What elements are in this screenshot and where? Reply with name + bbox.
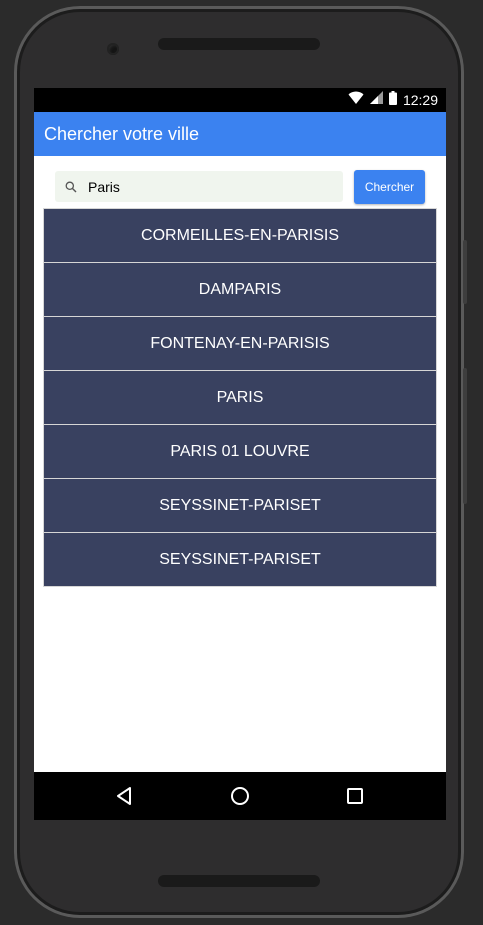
wifi-icon	[348, 91, 364, 110]
search-row: Chercher	[34, 156, 446, 208]
list-item[interactable]: PARIS 01 LOUVRE	[44, 425, 436, 479]
recents-icon[interactable]	[341, 782, 369, 810]
device-screen: 12:29 Chercher votre ville Chercher CORM…	[34, 88, 446, 820]
bottom-speaker	[158, 875, 320, 887]
search-icon	[59, 171, 83, 202]
results-list: CORMEILLES-EN-PARISIS DAMPARIS FONTENAY-…	[43, 208, 437, 587]
list-item[interactable]: FONTENAY-EN-PARISIS	[44, 317, 436, 371]
power-button	[463, 368, 467, 504]
list-item[interactable]: PARIS	[44, 371, 436, 425]
app-bar: Chercher votre ville	[34, 112, 446, 156]
cell-signal-icon	[369, 91, 383, 109]
list-item[interactable]: SEYSSINET-PARISET	[44, 479, 436, 533]
back-icon[interactable]	[111, 782, 139, 810]
page-title: Chercher votre ville	[44, 123, 200, 144]
device-frame: 12:29 Chercher votre ville Chercher CORM…	[0, 0, 483, 925]
list-item[interactable]: CORMEILLES-EN-PARISIS	[44, 209, 436, 263]
front-camera	[107, 43, 119, 55]
search-box[interactable]	[55, 171, 343, 202]
list-item[interactable]: SEYSSINET-PARISET	[44, 533, 436, 586]
navigation-bar	[34, 772, 446, 820]
top-speaker	[158, 38, 320, 50]
status-bar: 12:29	[34, 88, 446, 112]
search-input[interactable]	[83, 178, 328, 195]
volume-button	[463, 240, 467, 304]
status-time: 12:29	[402, 92, 438, 108]
list-item[interactable]: DAMPARIS	[44, 263, 436, 317]
search-button[interactable]: Chercher	[354, 170, 425, 204]
home-icon[interactable]	[226, 782, 254, 810]
battery-icon	[388, 90, 397, 110]
